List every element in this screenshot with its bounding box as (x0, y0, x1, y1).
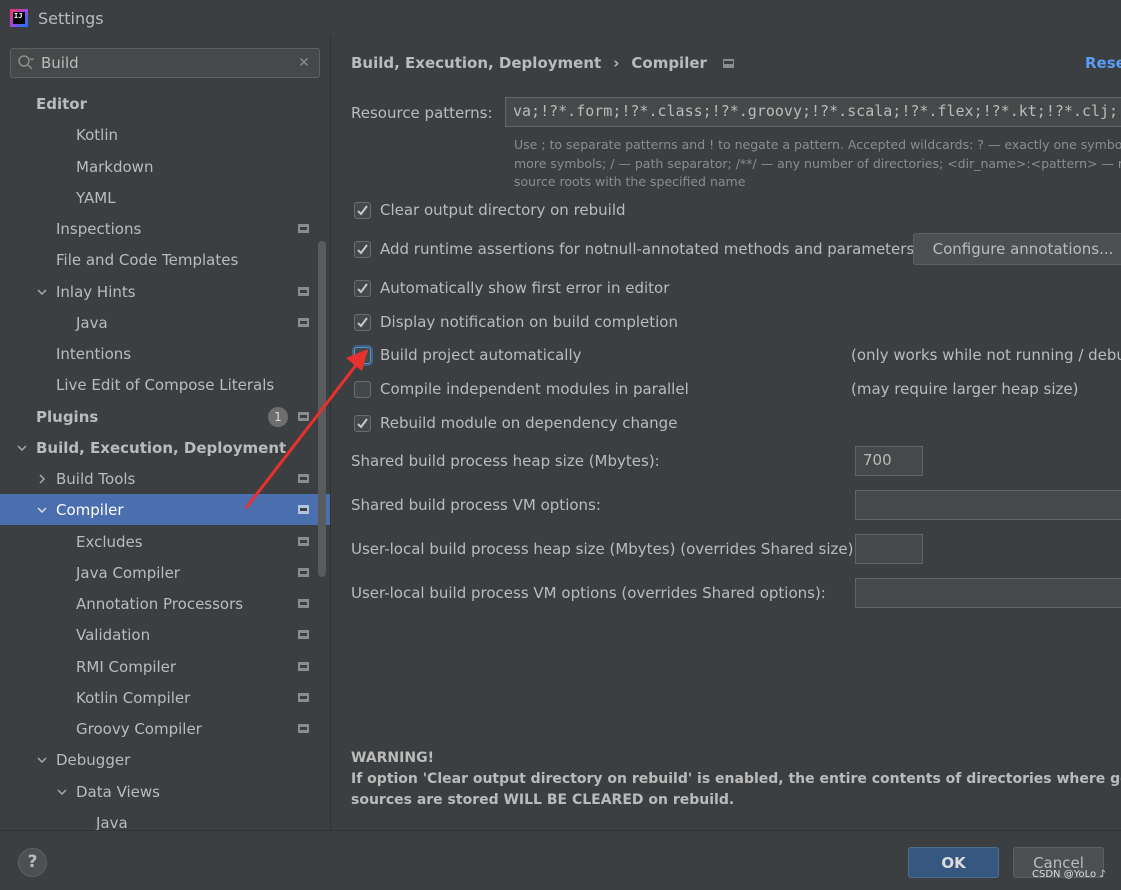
sidebar-scrollbar[interactable] (318, 241, 326, 577)
shared-vm-options-label: Shared build process VM options: (351, 496, 601, 514)
chevron-right-icon[interactable] (36, 473, 48, 485)
warning-message: WARNING! If option 'Clear output directo… (351, 748, 1121, 811)
tree-item-live-edit-compose[interactable]: Live Edit of Compose Literals (0, 369, 330, 400)
option-build-project-automatically[interactable]: Build project automatically (354, 343, 582, 367)
breadcrumb-separator: › (613, 54, 620, 72)
project-level-icon (298, 287, 309, 296)
tree-item-java-compiler[interactable]: Java Compiler (0, 557, 330, 588)
tree-item-file-and-code-templates[interactable]: File and Code Templates (0, 244, 330, 275)
tree-item-debugger[interactable]: Debugger (0, 744, 330, 775)
option-clear-output-directory[interactable]: Clear output directory on rebuild (354, 198, 626, 222)
project-level-icon (298, 724, 309, 733)
chevron-down-icon[interactable] (16, 442, 28, 454)
chevron-down-icon[interactable] (56, 786, 68, 798)
user-heap-size-input[interactable] (855, 534, 923, 564)
ok-button[interactable]: OK (908, 847, 999, 878)
tree-item-data-views[interactable]: Data Views (0, 776, 330, 807)
tree-item-editor[interactable]: Editor (0, 88, 330, 119)
tree-item-yaml[interactable]: YAML (0, 182, 330, 213)
project-level-icon (722, 58, 734, 68)
user-vm-options-label: User-local build process VM options (ove… (351, 584, 826, 602)
project-level-icon (298, 505, 309, 514)
breadcrumb-parent: Build, Execution, Deployment (351, 54, 602, 72)
compile-parallel-note: (may require larger heap size) (851, 380, 1079, 398)
resource-patterns-label: Resource patterns: (351, 104, 493, 122)
user-vm-options-input[interactable] (855, 578, 1121, 608)
compiler-settings-panel: Build, Execution, Deployment › Compiler … (331, 36, 1121, 830)
project-level-icon (298, 568, 309, 577)
tree-item-validation[interactable]: Validation (0, 619, 330, 650)
breadcrumb: Build, Execution, Deployment › Compiler (351, 54, 734, 72)
checkbox[interactable] (354, 279, 371, 297)
option-rebuild-on-dependency-change[interactable]: Rebuild module on dependency change (354, 411, 677, 435)
settings-sidebar: ✕ Editor Kotlin Markdown YAML Inspection… (0, 36, 330, 832)
tree-item-compiler[interactable]: Compiler (0, 494, 330, 525)
tree-item-kotlin-compiler[interactable]: Kotlin Compiler (0, 682, 330, 713)
chevron-down-icon[interactable] (36, 286, 48, 298)
dialog-button-bar: ? OK Cancel CSDN @YoLo ♪ (0, 830, 1121, 890)
window-title: Settings (38, 8, 104, 28)
checkbox[interactable] (354, 240, 371, 258)
tree-item-inspections[interactable]: Inspections (0, 213, 330, 244)
user-heap-size-label: User-local build process heap size (Mbyt… (351, 540, 859, 558)
resource-patterns-hint: Use ; to separate patterns and ! to nega… (514, 137, 1121, 189)
project-level-icon (298, 537, 309, 546)
tree-item-markdown[interactable]: Markdown (0, 151, 330, 182)
project-level-icon (298, 474, 309, 483)
shared-vm-options-input[interactable] (855, 490, 1121, 520)
project-level-icon (298, 630, 309, 639)
project-level-icon (298, 412, 309, 421)
tree-item-build-tools[interactable]: Build Tools (0, 463, 330, 494)
settings-search[interactable]: ✕ (10, 48, 320, 78)
checkbox[interactable] (354, 201, 371, 219)
reset-link[interactable]: Reset (1085, 54, 1121, 72)
resource-patterns-input[interactable]: va;!?*.form;!?*.class;!?*.groovy;!?*.sca… (505, 97, 1121, 127)
chevron-down-icon[interactable] (36, 754, 48, 766)
build-automatically-note: (only works while not running / debuggin… (851, 346, 1121, 364)
search-input[interactable] (41, 54, 289, 72)
tree-item-groovy-compiler[interactable]: Groovy Compiler (0, 713, 330, 744)
checkbox[interactable] (354, 380, 371, 398)
watermark: CSDN @YoLo ♪ (1032, 869, 1106, 880)
search-icon (11, 54, 41, 72)
tree-item-kotlin[interactable]: Kotlin (0, 119, 330, 150)
checkbox[interactable] (354, 346, 371, 364)
option-show-first-error[interactable]: Automatically show first error in editor (354, 276, 669, 300)
plugins-update-badge: 1 (268, 406, 288, 427)
title-bar: IJ Settings (0, 0, 1121, 36)
option-compile-parallel[interactable]: Compile independent modules in parallel (354, 377, 689, 401)
breadcrumb-current: Compiler (631, 54, 707, 72)
option-runtime-assertions[interactable]: Add runtime assertions for notnull-annot… (354, 237, 914, 261)
checkbox[interactable] (354, 313, 371, 331)
tree-item-java[interactable]: Java (0, 307, 330, 338)
clear-search-icon[interactable]: ✕ (289, 55, 319, 71)
project-level-icon (298, 599, 309, 608)
help-button[interactable]: ? (18, 848, 47, 877)
tree-item-rmi-compiler[interactable]: RMI Compiler (0, 651, 330, 682)
configure-annotations-button[interactable]: Configure annotations... (913, 233, 1121, 265)
tree-item-plugins[interactable]: Plugins 1 (0, 401, 330, 432)
tree-item-intentions[interactable]: Intentions (0, 338, 330, 369)
intellij-logo-icon: IJ (10, 9, 28, 27)
tree-item-inlay-hints[interactable]: Inlay Hints (0, 276, 330, 307)
chevron-down-icon[interactable] (36, 504, 48, 516)
project-level-icon (298, 693, 309, 702)
checkbox[interactable] (354, 414, 371, 432)
tree-item-build-execution-deployment[interactable]: Build, Execution, Deployment (0, 432, 330, 463)
shared-heap-size-label: Shared build process heap size (Mbytes): (351, 452, 660, 470)
tree-item-annotation-processors[interactable]: Annotation Processors (0, 588, 330, 619)
tree-item-excludes[interactable]: Excludes (0, 526, 330, 557)
shared-heap-size-input[interactable]: 700 (855, 446, 923, 476)
project-level-icon (298, 224, 309, 233)
project-level-icon (298, 662, 309, 671)
project-level-icon (298, 318, 309, 327)
option-build-notification[interactable]: Display notification on build completion (354, 310, 678, 334)
warning-title: WARNING! (351, 750, 434, 766)
